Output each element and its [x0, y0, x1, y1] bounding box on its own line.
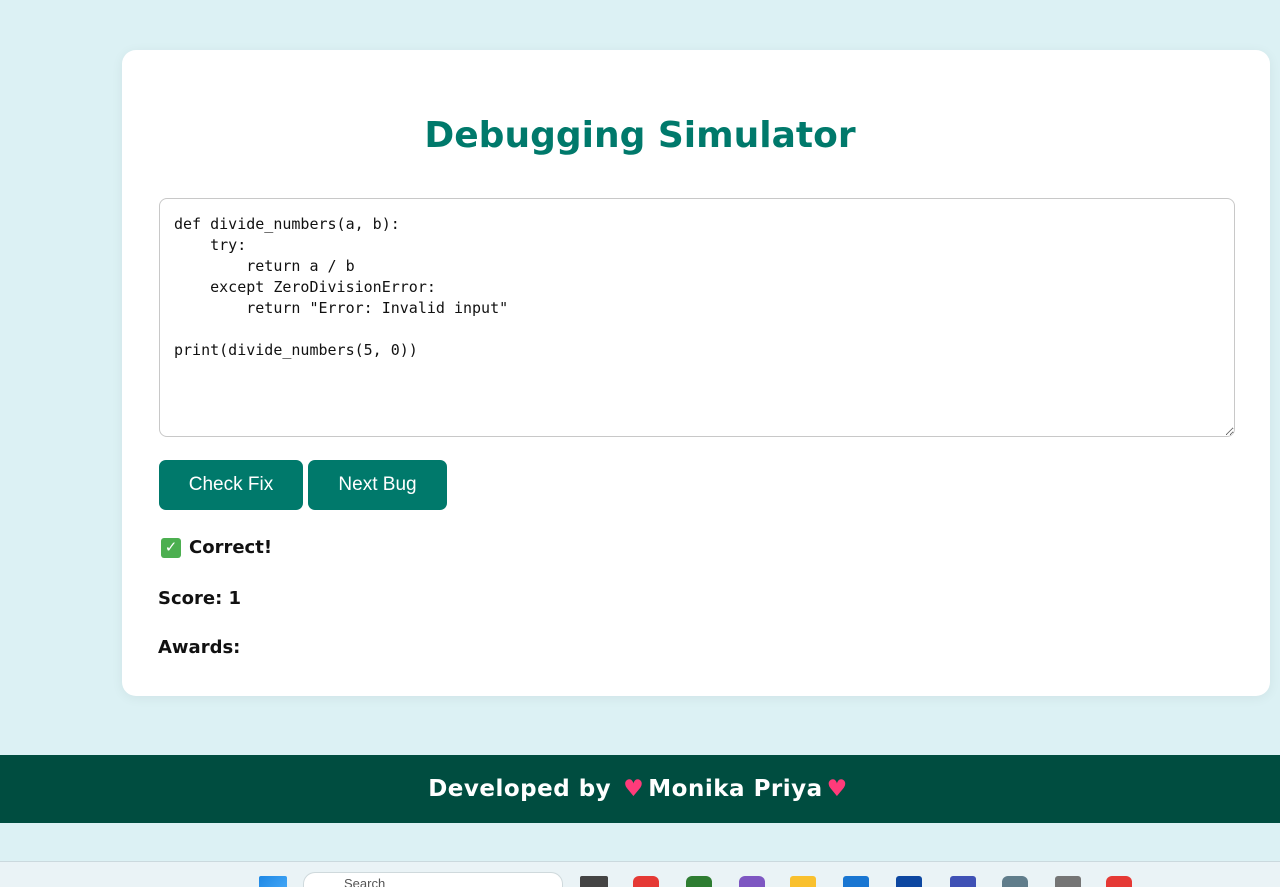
page-title: Debugging Simulator: [424, 115, 856, 156]
check-fix-button[interactable]: Check Fix: [159, 460, 303, 510]
code-editor[interactable]: [159, 198, 1235, 437]
footer-prefix: Developed by: [428, 776, 612, 802]
heart-icon: ♥: [826, 776, 848, 802]
task-view-icon[interactable]: [580, 876, 608, 887]
checkmark-icon: ✓: [161, 537, 181, 558]
terminal-icon[interactable]: [950, 876, 976, 887]
result-message: ✓ Correct!: [161, 537, 272, 558]
result-text: Correct!: [189, 537, 273, 558]
search-input[interactable]: Search: [303, 872, 563, 887]
next-bug-button[interactable]: Next Bug: [308, 460, 447, 510]
chrome-icon[interactable]: [633, 876, 659, 887]
camera-icon[interactable]: [1055, 876, 1081, 887]
windows-start-icon[interactable]: [259, 876, 287, 887]
vscode-icon[interactable]: [843, 876, 869, 887]
developer-name: Monika Priya: [648, 776, 823, 802]
file-explorer-icon[interactable]: [790, 876, 816, 887]
heart-icon: ♥: [623, 776, 645, 802]
search-placeholder: Search: [344, 876, 386, 887]
chrome-profile-icon[interactable]: [1106, 876, 1132, 887]
settings-icon[interactable]: [1002, 876, 1028, 887]
awards-label: Awards:: [158, 637, 241, 658]
score-display: Score: 1: [158, 588, 242, 609]
taskbar: Search: [0, 861, 1280, 887]
footer: Developed by ♥ Monika Priya ♥: [0, 755, 1280, 823]
whatsapp-icon[interactable]: [686, 876, 712, 887]
copilot-icon[interactable]: [739, 876, 765, 887]
store-icon[interactable]: [896, 876, 922, 887]
